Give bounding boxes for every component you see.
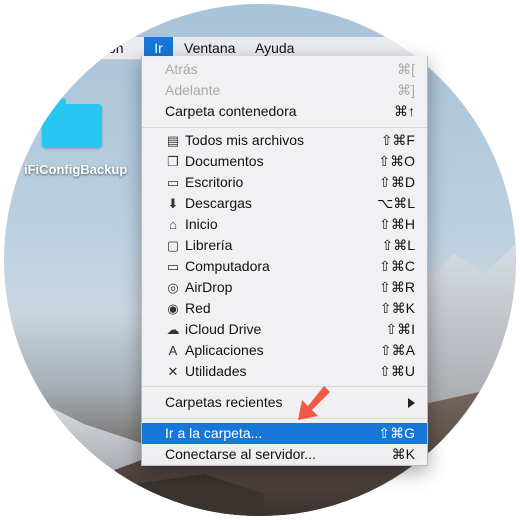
desktop-icon: ▭ — [166, 174, 180, 190]
menu-item-icloud-drive[interactable]: ☁ iCloud Drive ⇧⌘I — [142, 319, 427, 340]
menu-item-desktop[interactable]: ▭ Escritorio ⇧⌘D — [142, 172, 427, 193]
utilities-icon: ✕ — [167, 363, 179, 379]
airdrop-icon: ◎ — [167, 279, 179, 295]
menu-item-home[interactable]: ⌂ Inicio ⇧⌘H — [142, 214, 427, 235]
menu-item-network[interactable]: ◉ Red ⇧⌘K — [142, 298, 427, 319]
menu-separator — [142, 386, 427, 387]
menu-separator — [142, 127, 427, 128]
folder-icon[interactable] — [42, 98, 102, 148]
home-icon: ⌂ — [169, 216, 177, 232]
red-arrow-icon — [298, 386, 330, 420]
menu-item-utilities[interactable]: ✕ Utilidades ⇧⌘U — [142, 361, 427, 382]
desktop-folder-label[interactable]: iFiConfigBackup — [24, 162, 127, 177]
menu-item-applications[interactable]: A Aplicaciones ⇧⌘A — [142, 340, 427, 361]
menu-item-forward[interactable]: Adelante ⌘] — [142, 80, 427, 101]
menu-item-downloads[interactable]: ⬇ Descargas ⌥⌘L — [142, 193, 427, 214]
downloads-icon: ⬇ — [167, 195, 179, 211]
menu-item-all-files[interactable]: ▤ Todos mis archivos ⇧⌘F — [142, 130, 427, 151]
menu-item-library[interactable]: ▢ Librería ⇧⌘L — [142, 235, 427, 256]
menu-item-documents[interactable]: ❐ Documentos ⇧⌘O — [142, 151, 427, 172]
menu-item-recent-folders[interactable]: Carpetas recientes — [142, 392, 427, 413]
documents-icon: ❐ — [167, 153, 179, 169]
menu-item-connect-server[interactable]: Conectarse al servidor... ⌘K — [142, 444, 427, 465]
menu-item-back[interactable]: Atrás ⌘[ — [142, 59, 427, 80]
menu-item-airdrop[interactable]: ◎ AirDrop ⇧⌘R — [142, 277, 427, 298]
screenshot-stage: iFiConfigBackup ón Ir Ventana Ayuda Atrá… — [0, 0, 520, 520]
applications-icon: A — [168, 342, 178, 358]
menu-item-computer[interactable]: ▭ Computadora ⇧⌘C — [142, 256, 427, 277]
all-files-icon: ▤ — [166, 132, 180, 148]
menu-bar-partial-item[interactable]: ón — [108, 37, 124, 59]
menu-item-enclosing-folder[interactable]: Carpeta contenedora ⌘↑ — [142, 101, 427, 122]
submenu-arrow-icon — [408, 398, 415, 408]
network-icon: ◉ — [167, 300, 179, 316]
go-menu-dropdown: Atrás ⌘[ Adelante ⌘] Carpeta contenedora… — [141, 56, 428, 466]
library-folder-icon: ▢ — [166, 237, 180, 253]
menu-item-go-to-folder[interactable]: Ir a la carpeta... ⇧⌘G — [142, 423, 427, 444]
cloud-icon: ☁ — [166, 321, 180, 337]
computer-icon: ▭ — [166, 258, 180, 274]
menu-separator — [142, 418, 427, 419]
